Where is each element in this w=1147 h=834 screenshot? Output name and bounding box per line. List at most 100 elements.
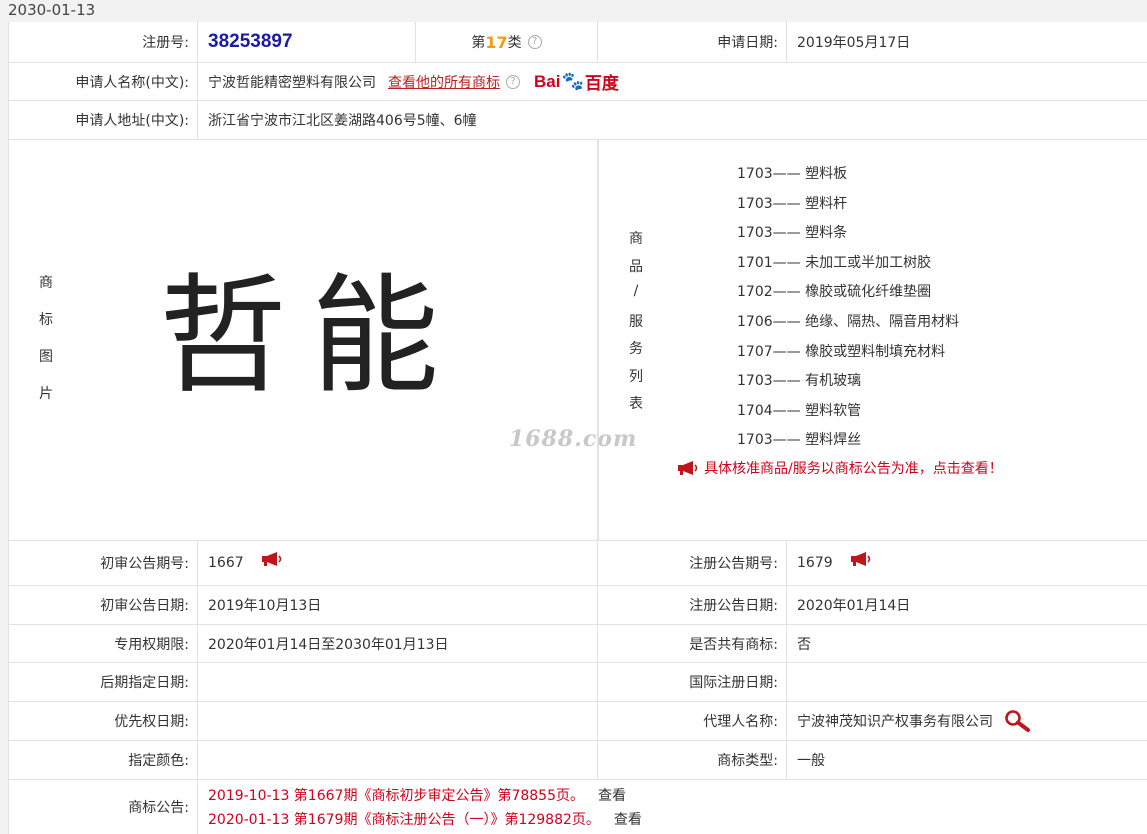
baidu-logo-left: Bai bbox=[534, 71, 561, 91]
baidu-search-button[interactable]: Bai 🐾 百度 bbox=[534, 69, 619, 94]
goods-label-char: 表 bbox=[629, 396, 643, 412]
goods-sep: —— bbox=[772, 343, 801, 360]
prelim-no: 1667 bbox=[208, 555, 244, 571]
help-icon[interactable]: ? bbox=[527, 35, 542, 49]
goods-notice-text: 具体核准商品/服务以商标公告为准，点击查看！ bbox=[704, 461, 1003, 477]
announcement-text: 2020-01-13 第1679期《商标注册公告（一）》第129882页。 bbox=[208, 812, 600, 828]
goods-item: 1703—— 塑料杆 bbox=[737, 190, 959, 220]
mark-label-char: 片 bbox=[39, 386, 53, 402]
mark-type: 一般 bbox=[797, 753, 825, 769]
goods-name: 塑料焊丝 bbox=[805, 432, 862, 449]
goods-name: 有机玻璃 bbox=[805, 373, 862, 390]
megaphone-icon[interactable] bbox=[849, 551, 873, 567]
row-color-type: 指定颜色: 商标类型: 一般 bbox=[9, 741, 1147, 780]
mark-label-char: 图 bbox=[39, 349, 53, 365]
reg-number: 38253897 bbox=[208, 31, 293, 52]
goods-item: 1706—— 绝缘、隔热、隔音用材料 bbox=[737, 308, 959, 338]
announcement-text: 2019-10-13 第1667期《商标初步审定公告》第78855页。 bbox=[208, 788, 584, 804]
view-all-marks-link[interactable]: 查看他的所有商标 bbox=[388, 72, 500, 92]
class-number[interactable]: 17 bbox=[485, 33, 507, 52]
goods-code: 1706 bbox=[737, 313, 773, 330]
megaphone-icon[interactable] bbox=[260, 551, 284, 567]
prelim-no-label: 初审公告期号: bbox=[9, 541, 198, 585]
goods-code: 1707 bbox=[737, 343, 773, 360]
reg-no: 1679 bbox=[797, 555, 833, 571]
row-later-intl: 后期指定日期: 国际注册日期: bbox=[9, 663, 1147, 702]
goods-sep: —— bbox=[772, 373, 801, 390]
goods-sep: —— bbox=[772, 254, 801, 271]
trademark-image[interactable]: 哲能 bbox=[159, 262, 463, 412]
mark-label-char: 标 bbox=[39, 312, 53, 328]
goods-label-char: 商 bbox=[629, 231, 643, 247]
announcement-item: 2019-10-13 第1667期《商标初步审定公告》第78855页。 查看 bbox=[208, 785, 626, 805]
megaphone-icon bbox=[678, 461, 698, 475]
goods-item: 1707—— 橡胶或塑料制填充材料 bbox=[737, 338, 959, 368]
agent-cell: 宁波神茂知识产权事务有限公司 bbox=[787, 702, 1147, 740]
goods-label-char: 服 bbox=[629, 313, 643, 330]
announce-list: 2019-10-13 第1667期《商标初步审定公告》第78855页。 查看 20… bbox=[198, 780, 1147, 834]
applicant-address: 浙江省宁波市江北区姜湖路406号5幢、6幢 bbox=[208, 113, 477, 129]
goods-sep: —— bbox=[772, 195, 801, 212]
color-label: 指定颜色: bbox=[9, 741, 198, 779]
goods-list-label: 商 品 / 服 务 列 表 bbox=[629, 228, 643, 421]
goods-label-char: 列 bbox=[629, 368, 643, 385]
goods-sep: —— bbox=[772, 166, 801, 182]
later-date bbox=[198, 663, 598, 701]
goods-sep: —— bbox=[772, 432, 801, 449]
mark-label-char: 商 bbox=[39, 275, 53, 291]
goods-item: 1703—— 塑料焊丝 bbox=[737, 426, 959, 456]
period: 2020年01月14日至2030年01月13日 bbox=[198, 625, 598, 662]
apply-date: 2019年05月17日 bbox=[797, 35, 911, 51]
baidu-logo-right: 百度 bbox=[584, 74, 619, 93]
row-period: 专用权期限: 2020年01月14日至2030年01月13日 是否共有商标: 否 bbox=[9, 625, 1147, 663]
goods-item: 1703—— 塑料板 bbox=[737, 160, 959, 190]
help-icon[interactable]: ? bbox=[506, 74, 520, 89]
goods-sep: —— bbox=[772, 402, 801, 419]
class-prefix: 第 bbox=[471, 35, 486, 51]
row-applicant-address: 申请人地址(中文): 浙江省宁波市江北区姜湖路406号5幢、6幢 bbox=[9, 101, 1147, 140]
reg-date-label: 注册公告日期: bbox=[598, 586, 787, 624]
priority-label: 优先权日期: bbox=[9, 702, 198, 740]
shared-label: 是否共有商标: bbox=[598, 625, 787, 662]
view-link[interactable]: 查看 bbox=[598, 788, 626, 804]
goods-code: 1704 bbox=[737, 402, 773, 419]
reg-no-cell: 1679 bbox=[787, 541, 1147, 585]
goods-code: 1703 bbox=[737, 225, 773, 242]
goods-name: 塑料板 bbox=[805, 166, 848, 182]
row-priority-agent: 优先权日期: 代理人名称: 宁波神茂知识产权事务有限公司 bbox=[9, 702, 1147, 741]
row-registration: 注册号: 38253897 第 17 类 ? 申请日期: 2019年05月17日 bbox=[9, 22, 1147, 63]
goods-name: 绝缘、隔热、隔音用材料 bbox=[805, 313, 960, 330]
goods-item: 1703—— 有机玻璃 bbox=[737, 367, 959, 397]
applicant-name: 宁波哲能精密塑料有限公司 bbox=[208, 74, 376, 91]
goods-item: 1703—— 塑料条 bbox=[737, 219, 959, 249]
color bbox=[198, 741, 598, 779]
goods-label-char: 品 bbox=[629, 258, 643, 275]
applicant-name-cell: 宁波哲能精密塑料有限公司 查看他的所有商标 ? Bai 🐾 百度 bbox=[198, 63, 1147, 100]
announcement-item: 2020-01-13 第1679期《商标注册公告（一）》第129882页。 查看 bbox=[208, 809, 642, 829]
trademark-detail-table: 注册号: 38253897 第 17 类 ? 申请日期: 2019年05月17日 申… bbox=[8, 22, 1147, 834]
row-announcements: 商标公告: 2019-10-13 第1667期《商标初步审定公告》第78855页… bbox=[9, 780, 1147, 834]
goods-code: 1703 bbox=[737, 432, 773, 449]
view-link[interactable]: 查看 bbox=[614, 812, 642, 828]
goods-label-char: 务 bbox=[629, 341, 643, 357]
reg-no-label: 注册公告期号: bbox=[598, 541, 787, 585]
agent-name: 宁波神茂知识产权事务有限公司 bbox=[797, 714, 993, 730]
top-date: 2030-01-13 bbox=[8, 1, 96, 19]
goods-notice-link[interactable]: 具体核准商品/服务以商标公告为准，点击查看！ bbox=[676, 458, 1003, 478]
prelim-no-cell: 1667 bbox=[198, 541, 598, 585]
goods-item: 1704—— 塑料软管 bbox=[737, 397, 959, 427]
period-label: 专用权期限: bbox=[9, 625, 198, 662]
intl-label: 国际注册日期: bbox=[598, 663, 787, 701]
goods-code: 1703 bbox=[737, 166, 773, 182]
paw-icon: 🐾 bbox=[561, 71, 584, 91]
search-icon[interactable] bbox=[1003, 709, 1031, 733]
goods-sep: —— bbox=[772, 225, 801, 242]
goods-item: 1701—— 未加工或半加工树胶 bbox=[737, 249, 959, 279]
goods-code: 1702 bbox=[737, 284, 773, 301]
intl-date bbox=[787, 663, 1147, 701]
watermark: 1688.com bbox=[509, 426, 638, 452]
goods-name: 未加工或半加工树胶 bbox=[805, 254, 932, 271]
prelim-date: 2019年10月13日 bbox=[198, 586, 598, 624]
goods-list: 1703—— 塑料板 1703—— 塑料杆 1703—— 塑料条 1701—— … bbox=[737, 160, 959, 456]
apply-date-label: 申请日期: bbox=[598, 22, 787, 62]
